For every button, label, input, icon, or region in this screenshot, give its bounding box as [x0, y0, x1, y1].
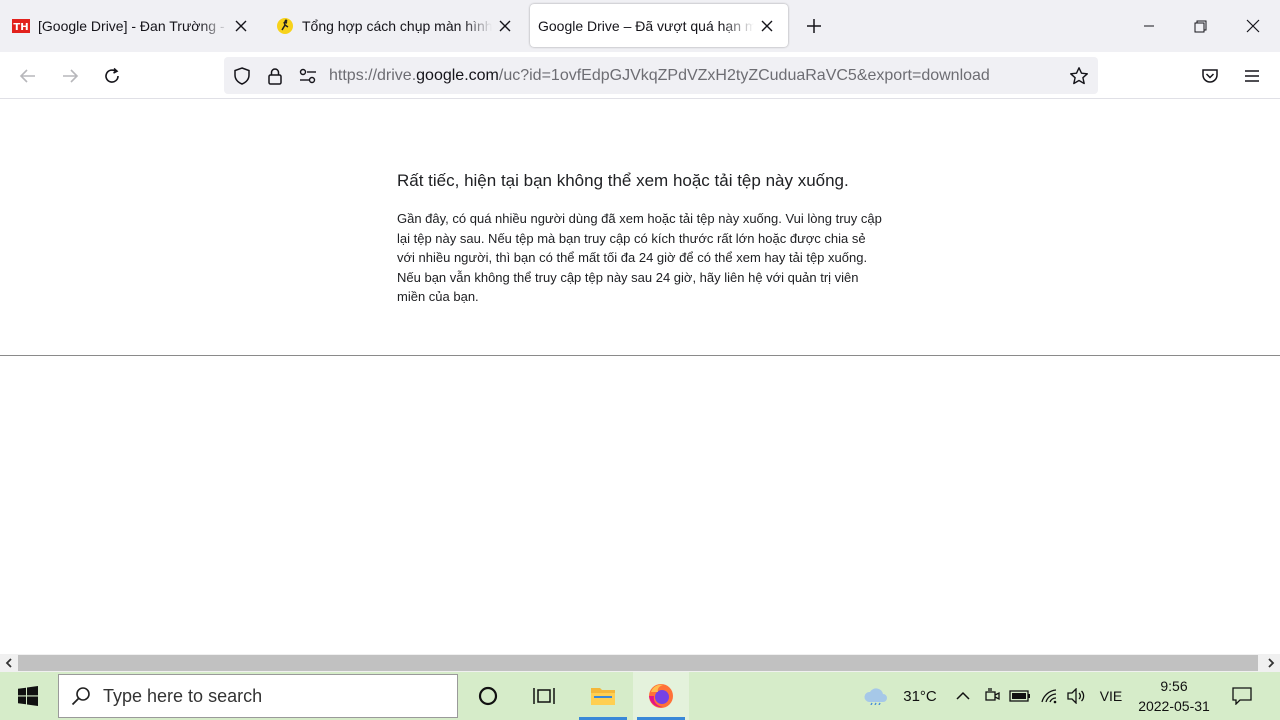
scrollbar-thumb[interactable]	[18, 655, 1258, 671]
battery-icon[interactable]	[1007, 672, 1033, 720]
back-arrow-icon	[19, 69, 35, 83]
tab-title: Google Drive – Đã vượt quá hạn mức	[538, 17, 754, 34]
forward-arrow-icon	[63, 69, 79, 83]
weather-icon[interactable]	[860, 672, 892, 720]
forward-button[interactable]	[54, 60, 86, 92]
error-message: Gần đây, có quá nhiều người dùng đã xem …	[397, 211, 882, 304]
tab-google-drive-quota-exceeded[interactable]: Google Drive – Đã vượt quá hạn mức	[530, 4, 788, 47]
firefox-icon	[649, 684, 673, 708]
permissions-icon[interactable]	[298, 66, 318, 86]
meet-now-icon[interactable]	[980, 672, 1004, 720]
tab-title: Tổng hợp cách chụp màn hình l	[302, 17, 492, 34]
cortana-button[interactable]	[460, 672, 516, 720]
task-view-button[interactable]	[516, 672, 572, 720]
windows-logo-icon	[18, 686, 38, 706]
show-hidden-icons-chevron-up-icon[interactable]	[952, 672, 974, 720]
tab-strip: TH [Google Drive] - Đan Trường - Đ Tổng …	[0, 0, 1280, 52]
restore-button[interactable]	[1174, 0, 1226, 52]
url-text[interactable]: https://drive.google.com/uc?id=1ovfEdpGJ…	[329, 67, 990, 85]
close-icon	[1246, 19, 1260, 33]
folder-icon	[591, 688, 615, 705]
lock-icon[interactable]	[265, 66, 285, 86]
horizontal-divider	[0, 355, 1280, 356]
plus-icon	[807, 19, 821, 33]
back-button[interactable]	[12, 60, 44, 92]
search-icon	[59, 674, 103, 718]
scroll-right-arrow-icon[interactable]	[1262, 654, 1280, 672]
start-button[interactable]	[0, 672, 56, 720]
taskbar-search-box[interactable]: Type here to search	[58, 674, 458, 718]
close-tab-icon[interactable]	[232, 17, 250, 35]
taskbar-clock[interactable]: 9:56 2022-05-31	[1132, 676, 1216, 716]
task-view-icon	[533, 688, 555, 704]
pocket-icon	[1202, 69, 1218, 83]
restore-icon	[1194, 20, 1206, 32]
minimize-icon	[1144, 25, 1154, 27]
firefox-app[interactable]	[633, 672, 689, 720]
hamburger-menu-icon	[1245, 70, 1259, 82]
search-placeholder: Type here to search	[103, 685, 263, 706]
page-content: Rất tiếc, hiện tại bạn không thể xem hoặ…	[0, 99, 1280, 654]
th-favicon-icon: TH	[12, 17, 30, 35]
close-tab-icon[interactable]	[496, 17, 514, 35]
input-language-indicator[interactable]: VIE	[1094, 672, 1128, 720]
reload-icon	[105, 67, 119, 83]
close-tab-icon[interactable]	[758, 17, 776, 35]
address-bar[interactable]: https://drive.google.com/uc?id=1ovfEdpGJ…	[224, 57, 1098, 94]
close-window-button[interactable]	[1227, 0, 1279, 52]
scroll-left-arrow-icon[interactable]	[0, 654, 18, 672]
volume-icon[interactable]	[1064, 672, 1088, 720]
tracking-protection-shield-icon[interactable]	[232, 66, 252, 86]
notification-speech-bubble-icon	[1232, 687, 1252, 705]
clock-date: 2022-05-31	[1138, 698, 1210, 714]
clock-time: 9:56	[1160, 678, 1188, 694]
new-tab-button[interactable]	[800, 12, 828, 40]
bookmark-star-icon[interactable]	[1069, 66, 1089, 86]
weather-temperature[interactable]: 31°C	[896, 672, 944, 720]
runner-emoji-favicon-icon	[276, 17, 294, 35]
error-heading: Rất tiếc, hiện tại bạn không thể xem hoặ…	[397, 171, 849, 190]
tab-google-drive-dan-truong[interactable]: TH [Google Drive] - Đan Trường - Đ	[0, 4, 262, 47]
pocket-button[interactable]	[1194, 60, 1226, 92]
cortana-circle-icon	[478, 686, 498, 706]
windows-taskbar: Type here to search 31°C VIE 9:56 2022-0…	[0, 672, 1280, 720]
minimize-button[interactable]	[1123, 0, 1175, 52]
svg-text:TH: TH	[13, 22, 28, 33]
wifi-icon[interactable]	[1037, 672, 1061, 720]
app-menu-button[interactable]	[1236, 60, 1268, 92]
reload-button[interactable]	[96, 60, 128, 92]
notifications-button[interactable]	[1226, 672, 1258, 720]
navigation-toolbar: https://drive.google.com/uc?id=1ovfEdpGJ…	[0, 52, 1280, 99]
file-explorer-app[interactable]	[575, 672, 631, 720]
horizontal-scrollbar[interactable]	[0, 654, 1280, 672]
tab-tong-hop-chup-man-hinh[interactable]: Tổng hợp cách chụp màn hình l	[264, 4, 526, 47]
tab-title: [Google Drive] - Đan Trường - Đ	[38, 17, 228, 34]
